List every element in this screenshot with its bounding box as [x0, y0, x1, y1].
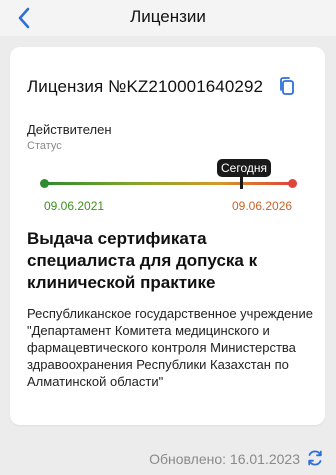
issuer-text: Республиканское государственное учрежден…	[27, 306, 313, 389]
license-number: Лицензия №KZ210001640292	[27, 77, 264, 96]
refresh-button[interactable]	[305, 448, 325, 468]
start-date: 09.06.2021	[44, 199, 105, 213]
timeline-end-dot	[288, 179, 297, 188]
refresh-icon	[308, 450, 322, 466]
copy-button[interactable]	[276, 75, 298, 97]
today-badge: Сегодня	[217, 159, 271, 177]
end-date: 09.06.2026	[232, 199, 293, 213]
app-header: Лицензии	[0, 0, 336, 36]
updated-timestamp: Обновлено: 16.01.2023	[149, 451, 300, 467]
copy-icon	[280, 77, 294, 95]
status-value: Действителен	[27, 122, 112, 137]
validity-timeline: Сегодня 09.06.2021 09.06.2026	[10, 157, 325, 217]
timeline-start-dot	[40, 179, 49, 188]
license-title: Выдача сертификата специалиста для допус…	[27, 229, 258, 292]
today-marker	[240, 175, 243, 189]
license-card: Лицензия №KZ210001640292 Действителен Ст…	[10, 47, 325, 425]
page-title: Лицензии	[130, 7, 206, 26]
status-label: Статус	[27, 140, 62, 152]
timeline-track	[44, 182, 292, 185]
